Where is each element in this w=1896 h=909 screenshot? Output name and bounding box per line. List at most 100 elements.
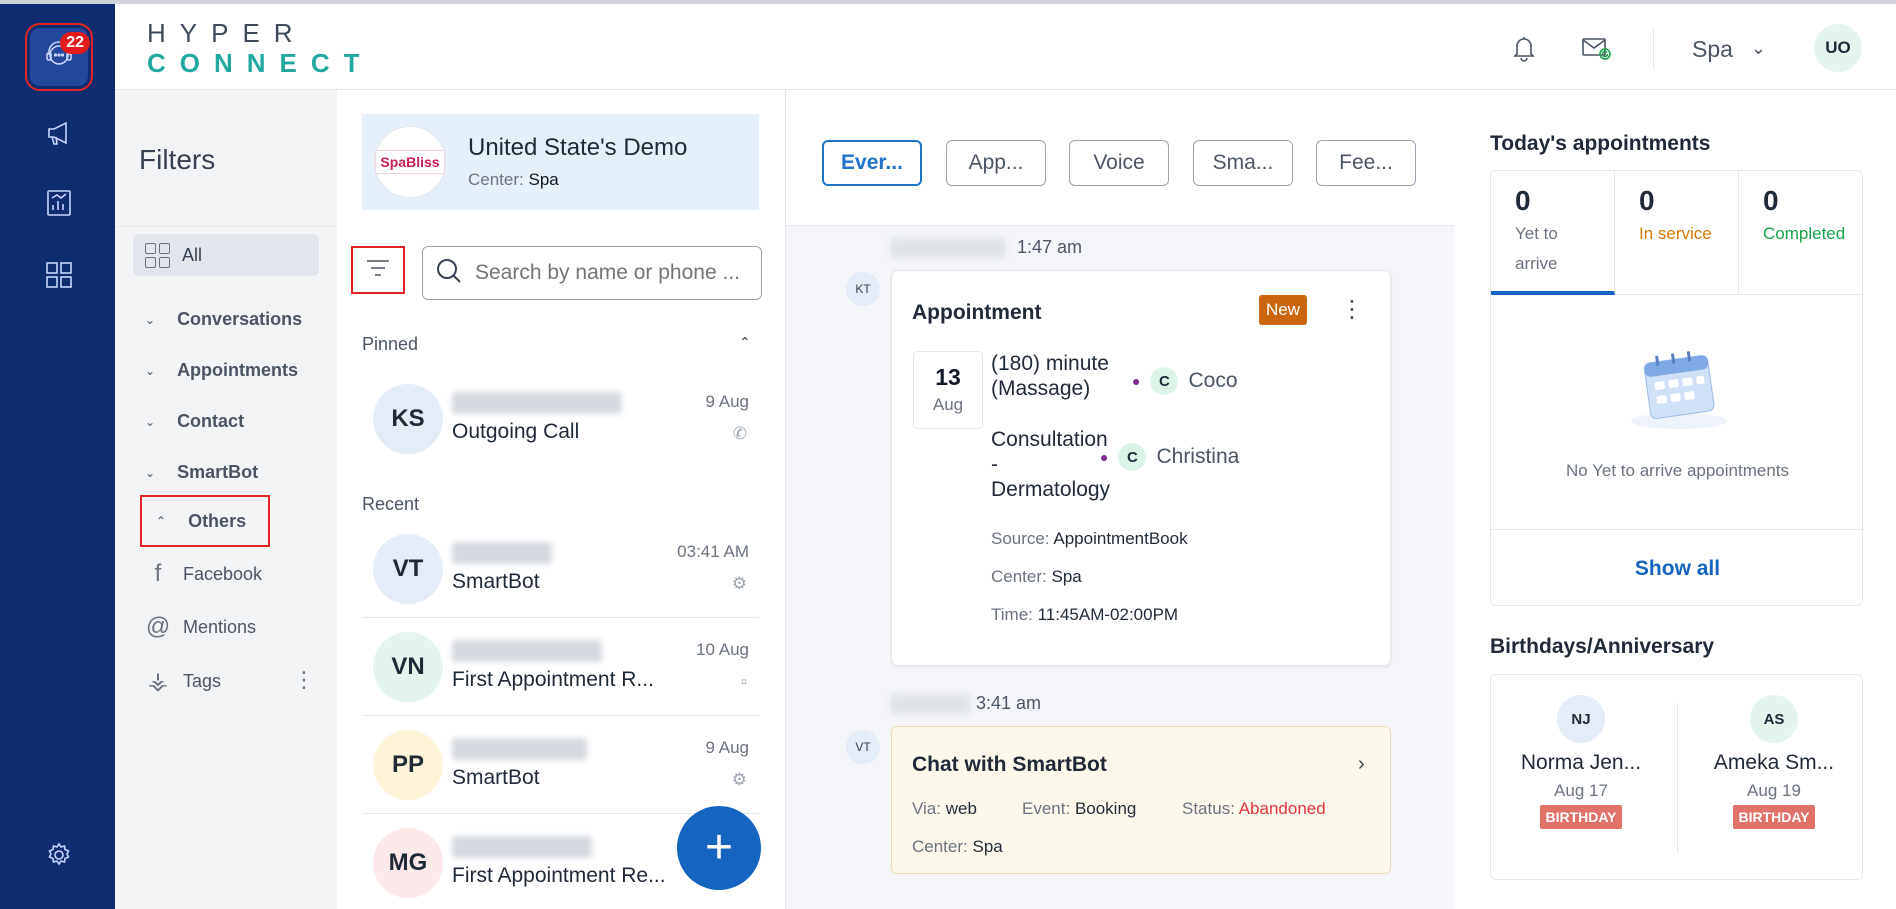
birthdays-divider: [1677, 703, 1678, 853]
chat-center: Center: Spa: [912, 837, 1003, 857]
filter-group-contact[interactable]: ⌄ Contact: [145, 411, 244, 432]
birthday-person[interactable]: AS Ameka Sm... Aug 19 BIRTHDAY: [1684, 695, 1864, 829]
chevron-up-icon[interactable]: ⌃: [739, 334, 751, 351]
chevron-right-icon[interactable]: ›: [1358, 753, 1365, 776]
conversation-subtitle: First Appointment R...: [452, 668, 654, 691]
account-name: United State's Demo: [468, 134, 688, 161]
filter-item-label: Mentions: [183, 616, 257, 637]
meta-value: Booking: [1074, 799, 1137, 818]
new-conversation-button[interactable]: +: [677, 806, 761, 890]
conversation-item[interactable]: VN First Appointment R... 10 Aug ▫: [362, 618, 759, 716]
tab-in-service[interactable]: 0 In service: [1615, 171, 1739, 295]
notifications-bell-icon[interactable]: [1508, 32, 1540, 64]
tab-yet-to-arrive[interactable]: 0 Yet to arrive: [1491, 171, 1615, 295]
filter-lines-icon: [365, 257, 391, 284]
filter-group-appointments[interactable]: ⌄ Appointments: [145, 360, 298, 381]
chevron-down-icon: ⌄: [145, 414, 156, 429]
blurred-contact-name: [452, 542, 552, 564]
conversation-date: 9 Aug: [705, 738, 750, 757]
timeline-filter-chips: Ever... App... Voice Sma... Fee...: [786, 90, 1454, 226]
tab-completed[interactable]: 0 Completed: [1739, 171, 1863, 295]
blurred-author-name: [890, 694, 970, 714]
conversation-item[interactable]: KS Outgoing Call 9 Aug ✆: [362, 370, 759, 468]
event-avatar: VT: [846, 730, 880, 764]
new-badge: New: [1259, 295, 1308, 325]
filter-item-label: Tags: [183, 671, 222, 691]
grid-icon: [145, 242, 170, 268]
chip-smartbot[interactable]: Sma...: [1193, 140, 1293, 186]
appointment-card[interactable]: Appointment New ⋮ 13 Aug (180) minute (M…: [891, 270, 1391, 666]
filter-item-label: Facebook: [183, 563, 263, 584]
tab-label: Yet to arrive: [1515, 224, 1558, 273]
filter-all-label: All: [182, 244, 203, 265]
birthday-person[interactable]: NJ Norma Jen... Aug 17 BIRTHDAY: [1491, 695, 1671, 829]
header-divider: [1653, 28, 1654, 70]
meta-key: Center:: [912, 837, 968, 856]
pinned-section-label: Pinned: [362, 334, 419, 354]
blurred-contact-name: [452, 392, 622, 414]
tab-count: 0: [1763, 185, 1779, 216]
filter-item-facebook[interactable]: f Facebook: [145, 560, 262, 588]
conversation-list-panel: SpaBliss United State's Demo Center: Spa…: [337, 90, 786, 909]
filter-item-mentions[interactable]: @ Mentions: [145, 613, 256, 641]
appointment-date: 13 Aug: [913, 351, 983, 429]
nav-campaigns-button[interactable]: [30, 106, 88, 164]
filter-group-others[interactable]: ⌃ Others: [140, 495, 270, 547]
contact-avatar: VT: [373, 534, 443, 604]
center-value: Spa: [528, 170, 559, 189]
nav-support-button[interactable]: 22: [25, 23, 93, 91]
nav-dashboard-button[interactable]: [30, 248, 88, 306]
staff-assignment: ● C Coco: [1132, 367, 1238, 395]
logo-text-bottom: CONNECT: [147, 48, 374, 78]
main-nav: 22: [0, 4, 115, 909]
mail-sync-icon[interactable]: [1580, 32, 1612, 64]
app-window: 22 HYPER CONNECT Spa ⌄ UO Filters All ⌄ …: [0, 0, 1896, 909]
filter-group-smartbot[interactable]: ⌄ SmartBot: [145, 462, 258, 483]
account-center: Center: Spa: [468, 170, 559, 190]
meta-value: Spa: [972, 837, 1003, 856]
logo-text-top: HYPER: [147, 18, 307, 48]
more-options-icon[interactable]: ⋮: [1340, 295, 1364, 324]
chip-voice[interactable]: Voice: [1069, 140, 1169, 186]
list-filter-button[interactable]: [351, 246, 405, 294]
staff-avatar: C: [1118, 443, 1147, 471]
nav-reports-button[interactable]: [30, 176, 88, 234]
blurred-contact-name: [452, 836, 592, 858]
contact-avatar: MG: [373, 828, 443, 898]
account-card[interactable]: SpaBliss United State's Demo Center: Spa: [362, 114, 759, 210]
location-selector[interactable]: Spa: [1692, 36, 1733, 63]
chevron-down-icon[interactable]: ⌄: [1751, 38, 1766, 59]
tab-label: Completed: [1763, 224, 1846, 243]
chip-feedback[interactable]: Fee...: [1316, 140, 1416, 186]
search-box: [422, 246, 762, 300]
chip-everything[interactable]: Ever...: [822, 140, 922, 186]
tab-count: 0: [1515, 185, 1531, 216]
facebook-icon: f: [154, 560, 162, 587]
conversation-item[interactable]: PP SmartBot 9 Aug ⚙: [362, 716, 759, 814]
filter-group-label: Appointments: [177, 360, 299, 380]
contact-avatar: PP: [373, 730, 443, 800]
appointment-time: Time: 11:45AM-02:00PM: [991, 605, 1178, 625]
recent-section-label: Recent: [362, 494, 420, 514]
chip-appointments[interactable]: App...: [946, 140, 1046, 186]
chevron-down-icon: ⌄: [145, 465, 156, 480]
tab-count: 0: [1639, 185, 1655, 216]
filter-all[interactable]: All: [133, 234, 319, 276]
filter-group-conversations[interactable]: ⌄ Conversations: [145, 309, 302, 330]
show-all-link[interactable]: Show all: [1491, 529, 1864, 607]
meta-key: Time:: [991, 605, 1033, 624]
nav-settings-button[interactable]: [30, 828, 88, 886]
user-avatar[interactable]: UO: [1814, 24, 1862, 72]
filter-group-label: Contact: [177, 411, 245, 431]
contact-avatar: VN: [373, 632, 443, 702]
conversation-item[interactable]: VT SmartBot 03:41 AM ⚙: [362, 520, 759, 618]
appointments-widget: 0 Yet to arrive 0 In service 0 Completed: [1490, 170, 1864, 607]
smartbot-chat-card[interactable]: Chat with SmartBot › Via: web Event: Boo…: [891, 726, 1391, 874]
tags-more-icon[interactable]: ⋮: [293, 667, 315, 693]
conversation-date: 9 Aug: [705, 392, 750, 411]
chat-event: Event: Booking: [1022, 799, 1136, 819]
filter-item-tags[interactable]: ⚶ Tags: [145, 667, 221, 696]
filters-title: Filters: [139, 144, 216, 175]
person-icon: ●: [1100, 449, 1109, 465]
search-input[interactable]: [475, 261, 745, 285]
